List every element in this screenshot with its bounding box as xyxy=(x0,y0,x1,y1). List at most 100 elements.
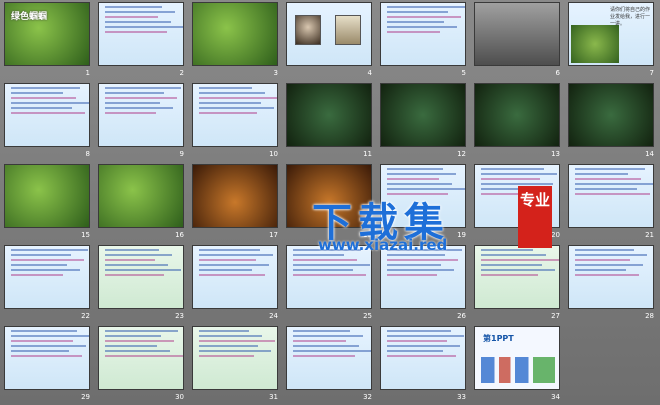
slide-text-line xyxy=(387,330,451,332)
slide-text-line xyxy=(293,259,357,261)
slide-caption: 请你们将自己的作业发给我，进行一一讲。 xyxy=(610,7,651,27)
ppt-logo: 第1PPT xyxy=(483,334,514,343)
slide-thumbnail[interactable] xyxy=(192,83,278,147)
slide-text-line xyxy=(105,21,171,23)
slide-text-line xyxy=(481,269,555,271)
logo-graphic xyxy=(481,357,555,383)
slide-text-line xyxy=(387,264,441,266)
slide-text-line xyxy=(481,173,557,175)
slide-thumbnail[interactable] xyxy=(380,83,466,147)
slide-thumbnail[interactable] xyxy=(286,326,372,390)
portrait-image xyxy=(295,15,321,45)
slide-number: 17 xyxy=(269,231,278,239)
slide-thumbnail[interactable] xyxy=(192,326,278,390)
slide-thumbnail[interactable] xyxy=(286,2,372,66)
slide-text-line xyxy=(575,249,634,251)
slide-text-line xyxy=(11,355,82,357)
slide-text-line xyxy=(11,87,80,89)
slide-thumbnail[interactable] xyxy=(286,83,372,147)
slide-text-line xyxy=(199,112,257,114)
slide-text-line xyxy=(105,31,167,33)
slide-number: 12 xyxy=(457,150,466,158)
slide-text-line xyxy=(387,173,456,175)
slide-text-line xyxy=(105,355,183,357)
slide-text-line xyxy=(11,97,76,99)
slide-text-line xyxy=(293,355,355,357)
slide-text-line xyxy=(481,274,538,276)
slide-text-line xyxy=(11,107,72,109)
slide-number: 28 xyxy=(645,312,654,320)
slide-thumbnail[interactable] xyxy=(98,83,184,147)
slide-text-line xyxy=(575,259,630,261)
slide-text-line xyxy=(293,254,344,256)
slide-title: 绿色蝈蝈 xyxy=(11,12,48,22)
slide-text-line xyxy=(575,183,653,185)
slide-thumbnail[interactable] xyxy=(568,245,654,309)
slide-thumbnail[interactable] xyxy=(4,326,90,390)
slide-text-line xyxy=(199,102,261,104)
slide-text-line xyxy=(387,31,440,33)
slide-thumbnail[interactable]: 绿色蝈蝈 xyxy=(4,2,90,66)
slide-text-line xyxy=(575,193,650,195)
slide-text-line xyxy=(11,335,89,337)
slide-text-line xyxy=(387,16,461,18)
slide-text-line xyxy=(199,97,277,99)
slide-text-line xyxy=(387,274,437,276)
slide-text-line xyxy=(199,269,252,271)
slide-thumbnail[interactable] xyxy=(286,245,372,309)
slide-text-line xyxy=(575,168,645,170)
slide-text-line xyxy=(481,254,546,256)
slide-text-line xyxy=(199,355,254,357)
slide-thumbnail[interactable] xyxy=(474,83,560,147)
slide-text-line xyxy=(575,188,637,190)
slide-thumbnail[interactable] xyxy=(380,2,466,66)
slide-text-line xyxy=(481,264,542,266)
slide-thumbnail[interactable] xyxy=(98,2,184,66)
slide-thumbnail[interactable] xyxy=(98,326,184,390)
slide-number: 32 xyxy=(363,393,372,401)
slide-text-line xyxy=(387,21,444,23)
slide-text-line xyxy=(575,254,647,256)
slide-thumbnail[interactable] xyxy=(568,83,654,147)
slide-text-line xyxy=(105,269,181,271)
slide-text-line xyxy=(11,249,88,251)
slide-thumbnail[interactable] xyxy=(4,83,90,147)
slide-thumbnail[interactable] xyxy=(474,245,560,309)
slide-number: 27 xyxy=(551,312,560,320)
slide-thumbnail[interactable] xyxy=(380,245,466,309)
slide-thumbnail[interactable] xyxy=(474,2,560,66)
slide-thumbnail[interactable] xyxy=(568,164,654,228)
slide-text-line xyxy=(105,259,155,261)
slide-number: 31 xyxy=(269,393,278,401)
slide-thumbnail[interactable] xyxy=(98,164,184,228)
slide-text-line xyxy=(105,16,158,18)
slide-number: 23 xyxy=(175,312,184,320)
slide-text-line xyxy=(105,345,157,347)
slide-thumbnail[interactable] xyxy=(98,245,184,309)
slide-thumbnail[interactable] xyxy=(380,326,466,390)
slide-text-line xyxy=(293,335,363,337)
slide-text-line xyxy=(105,6,162,8)
slide-text-line xyxy=(11,345,86,347)
slide-text-line xyxy=(199,350,271,352)
slide-number: 22 xyxy=(81,312,90,320)
slide-thumbnail[interactable]: 第1PPT xyxy=(474,326,560,390)
slide-thumbnail[interactable]: 请你们将自己的作业发给我，进行一一讲。 xyxy=(568,2,654,66)
slide-text-line xyxy=(387,6,465,8)
slide-text-line xyxy=(481,168,544,170)
slide-number: 2 xyxy=(179,69,184,77)
slide-text-line xyxy=(387,183,452,185)
slide-text-line xyxy=(575,264,643,266)
book-cover-image xyxy=(335,15,361,45)
slide-text-line xyxy=(293,340,346,342)
slide-text-line xyxy=(105,11,175,13)
slide-thumbnail[interactable] xyxy=(4,164,90,228)
slide-thumbnail[interactable] xyxy=(192,2,278,66)
slide-text-line xyxy=(199,335,262,337)
slide-text-line xyxy=(105,87,181,89)
slide-thumbnail[interactable] xyxy=(192,245,278,309)
slide-thumbnail[interactable] xyxy=(4,245,90,309)
slide-text-line xyxy=(11,92,63,94)
slide-text-line xyxy=(199,254,273,256)
slide-thumbnail[interactable] xyxy=(192,164,278,228)
